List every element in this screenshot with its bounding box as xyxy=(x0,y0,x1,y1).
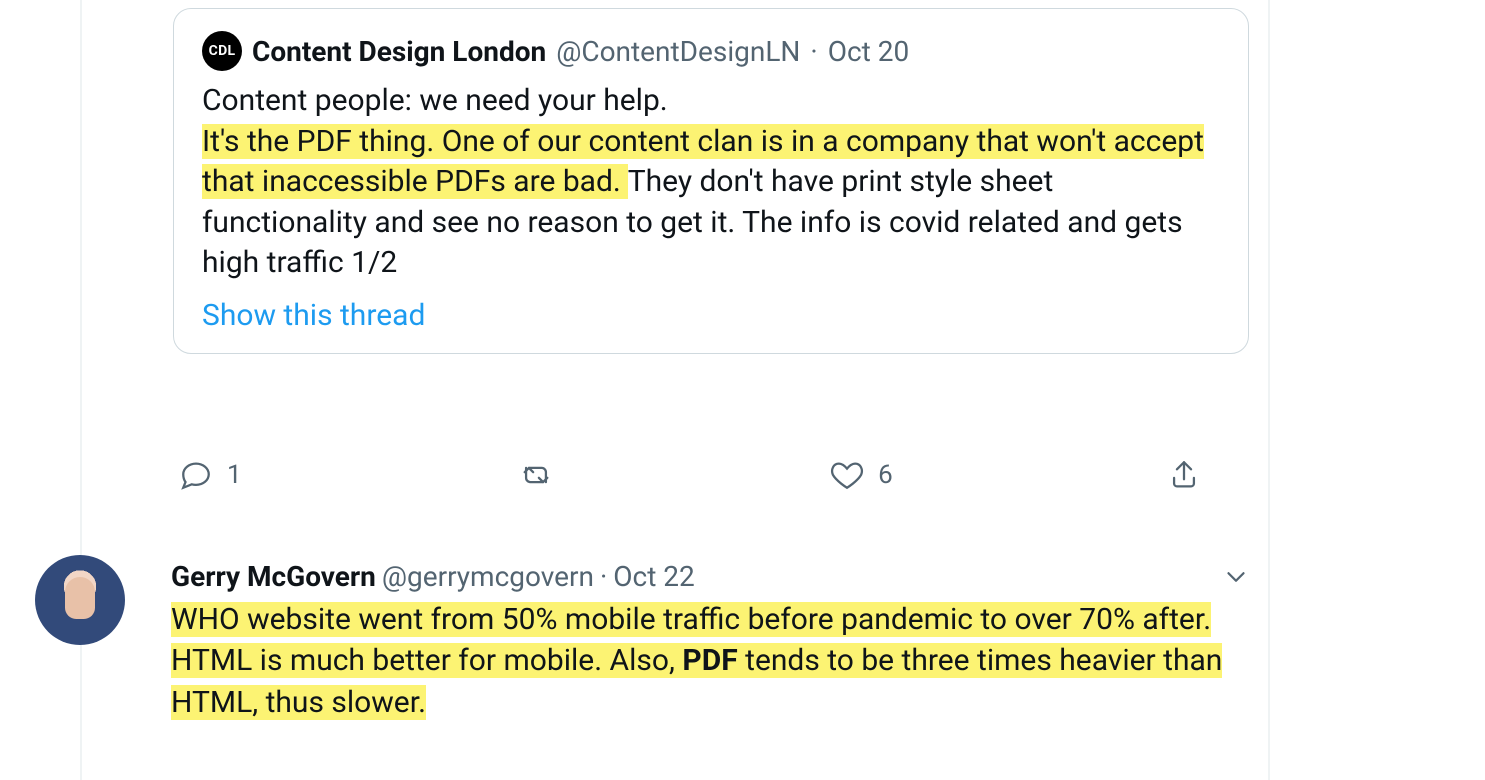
reply-button[interactable]: 1 xyxy=(179,458,242,492)
retweet-button[interactable] xyxy=(516,458,556,492)
tweet-date[interactable]: Oct 22 xyxy=(613,560,695,593)
tweet-avatar[interactable] xyxy=(35,555,125,645)
retweet-icon xyxy=(516,458,556,492)
reply-count: 1 xyxy=(227,460,242,490)
show-thread-link[interactable]: Show this thread xyxy=(202,298,425,333)
tweet[interactable]: Gerry McGovern @gerrymcgovern · Oct 22 W… xyxy=(171,560,1251,723)
quoted-tweet-author-name[interactable]: Content Design London xyxy=(252,35,546,68)
quoted-tweet-author-handle[interactable]: @ContentDesignLN xyxy=(556,35,800,68)
quoted-tweet-body: Content people: we need your help. It's … xyxy=(202,81,1220,284)
reply-icon xyxy=(179,458,213,492)
timeline-fragment: CDL Content Design London @ContentDesign… xyxy=(0,0,1485,780)
quoted-tweet-avatar[interactable]: CDL xyxy=(202,31,242,71)
tweet-body-bold: PDF xyxy=(682,643,737,678)
quoted-tweet-card[interactable]: CDL Content Design London @ContentDesign… xyxy=(173,8,1249,354)
quoted-tweet-line1: Content people: we need your help. xyxy=(202,83,668,118)
tweet-action-bar: 1 6 xyxy=(173,458,1249,492)
quoted-tweet-header: CDL Content Design London @ContentDesign… xyxy=(202,31,1220,71)
tweet-date-sep: · xyxy=(600,560,607,593)
tweet-author-handle[interactable]: @gerrymcgovern xyxy=(382,560,594,593)
share-icon xyxy=(1167,458,1201,492)
tweet-author-name[interactable]: Gerry McGovern xyxy=(171,560,376,593)
quoted-tweet-date[interactable]: Oct 20 xyxy=(828,35,910,68)
like-count: 6 xyxy=(878,460,893,490)
chevron-down-icon xyxy=(1221,562,1251,592)
heart-icon xyxy=(830,458,864,492)
quoted-tweet-date-sep: · xyxy=(810,35,817,68)
like-button[interactable]: 6 xyxy=(830,458,893,492)
column-divider-right xyxy=(1268,0,1270,780)
tweet-body: WHO website went from 50% mobile traffic… xyxy=(171,599,1251,723)
column-divider-left xyxy=(80,0,82,780)
share-button[interactable] xyxy=(1167,458,1201,492)
tweet-caret-button[interactable] xyxy=(1221,562,1251,599)
tweet-header: Gerry McGovern @gerrymcgovern · Oct 22 xyxy=(171,560,1251,593)
